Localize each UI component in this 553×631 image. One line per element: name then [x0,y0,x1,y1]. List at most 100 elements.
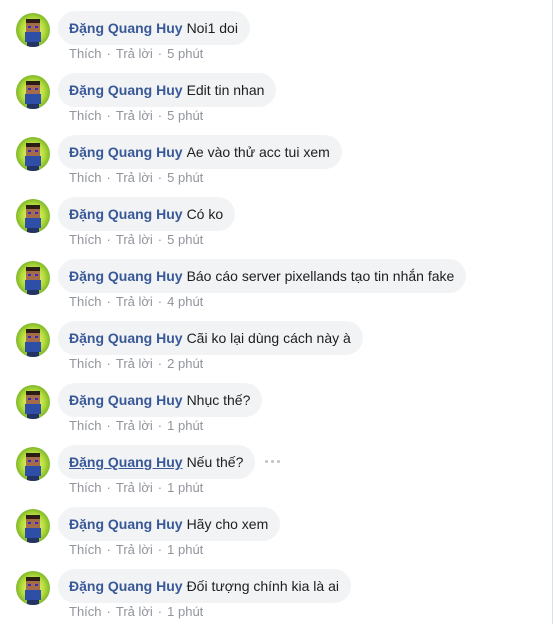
comment-text: Nhục thế? [186,392,251,408]
avatar[interactable] [16,199,50,233]
comment-bubble: Đặng Quang Huy Ae vào thử acc tui xem [58,135,342,169]
like-button[interactable]: Thích [69,46,102,61]
reply-button[interactable]: Trả lời [116,46,153,61]
comment-item: Đặng Quang Huy Đối tượng chính kia là ai T… [0,569,552,631]
separator: · [157,356,163,371]
reply-button[interactable]: Trả lời [116,170,153,185]
reply-button[interactable]: Trả lời [116,232,153,247]
avatar[interactable] [16,75,50,109]
separator: · [157,108,163,123]
comment-actions: Thích · Trả lời · 4 phút [69,293,203,311]
avatar[interactable] [16,13,50,47]
comment-item: Đặng Quang Huy Edit tin nhan Thích · Trả lời… [0,73,552,135]
separator: · [106,542,111,557]
like-button[interactable]: Thích [69,170,102,185]
separator: · [106,46,111,61]
comment-timestamp[interactable]: 4 phút [167,294,203,309]
reply-button[interactable]: Trả lời [116,294,153,309]
separator: · [157,170,163,185]
comment-author[interactable]: Đặng Quang Huy [69,268,183,284]
comment-text: Ae vào thử acc tui xem [186,144,330,160]
comment-actions: Thích · Trả lời · 1 phút [69,479,203,497]
separator: · [106,480,111,495]
avatar[interactable] [16,323,50,357]
comment-text: Có ko [186,206,224,222]
separator: · [106,356,111,371]
comment-timestamp[interactable]: 2 phút [167,356,203,371]
comment-text: Cãi ko lại dùng cách này à [186,330,351,346]
comment-text: Nếu thế? [186,454,244,470]
reply-button[interactable]: Trả lời [116,356,153,371]
like-button[interactable]: Thích [69,480,102,495]
comment-timestamp[interactable]: 1 phút [167,480,203,495]
comment-item: Đặng Quang Huy Hãy cho xem Thích · Trả lời · 1… [0,507,552,569]
comment-actions: Thích · Trả lời · 1 phút [69,603,203,621]
comment-text: Báo cáo server pixellands tạo tin nhắn f… [186,268,455,284]
like-button[interactable]: Thích [69,542,102,557]
comment-text: Đối tượng chính kia là ai [186,578,339,594]
like-button[interactable]: Thích [69,294,102,309]
comment-text: Edit tin nhan [186,82,265,98]
comment-actions: Thích · Trả lời · 1 phút [69,417,203,435]
comment-item: Đặng Quang Huy Noi1 doi Thích · Trả lời · 5 ph… [0,11,552,73]
comment-author[interactable]: Đặng Quang Huy [69,82,183,98]
comment-timestamp[interactable]: 1 phút [167,604,203,619]
comment-author[interactable]: Đặng Quang Huy [69,454,183,470]
comment-bubble: Đặng Quang Huy Nếu thế? [58,445,256,479]
comment-bubble: Đặng Quang Huy Có ko [58,197,236,231]
like-button[interactable]: Thích [69,232,102,247]
comment-timestamp[interactable]: 5 phút [167,108,203,123]
comment-timestamp[interactable]: 1 phút [167,418,203,433]
comment-actions: Thích · Trả lời · 5 phút [69,169,203,187]
separator: · [157,480,163,495]
comment-timestamp[interactable]: 1 phút [167,542,203,557]
separator: · [157,232,163,247]
more-options-icon[interactable] [263,455,283,469]
comment-bubble: Đặng Quang Huy Nhục thế? [58,383,263,417]
comment-timestamp[interactable]: 5 phút [167,46,203,61]
separator: · [106,604,111,619]
comment-actions: Thích · Trả lời · 5 phút [69,45,203,63]
reply-button[interactable]: Trả lời [116,108,153,123]
separator: · [157,418,163,433]
like-button[interactable]: Thích [69,108,102,123]
comment-item: Đặng Quang Huy Nhục thế? Thích · Trả lời · 1 p… [0,383,552,445]
avatar[interactable] [16,385,50,419]
avatar[interactable] [16,571,50,605]
comment-actions: Thích · Trả lời · 2 phút [69,355,203,373]
comment-text: Hãy cho xem [186,516,269,532]
separator: · [106,294,111,309]
comment-author[interactable]: Đặng Quang Huy [69,144,183,160]
comment-bubble: Đặng Quang Huy Báo cáo server pixellands … [58,259,467,293]
comment-author[interactable]: Đặng Quang Huy [69,392,183,408]
comment-item: Đặng Quang Huy Cãi ko lại dùng cách này à… [0,321,552,383]
separator: · [157,542,163,557]
reply-button[interactable]: Trả lời [116,542,153,557]
separator: · [106,418,111,433]
comment-author[interactable]: Đặng Quang Huy [69,206,183,222]
like-button[interactable]: Thích [69,604,102,619]
reply-button[interactable]: Trả lời [116,604,153,619]
comment-author[interactable]: Đặng Quang Huy [69,20,183,36]
avatar[interactable] [16,509,50,543]
comment-author[interactable]: Đặng Quang Huy [69,330,183,346]
avatar[interactable] [16,261,50,295]
separator: · [157,604,163,619]
comment-author[interactable]: Đặng Quang Huy [69,578,183,594]
comment-timestamp[interactable]: 5 phút [167,170,203,185]
comment-item: Đặng Quang Huy Báo cáo server pixellands … [0,259,552,321]
comment-bubble: Đặng Quang Huy Noi1 doi [58,11,250,45]
comment-text: Noi1 doi [186,20,238,36]
reply-button[interactable]: Trả lời [116,480,153,495]
avatar[interactable] [16,137,50,171]
like-button[interactable]: Thích [69,356,102,371]
avatar[interactable] [16,447,50,481]
separator: · [157,294,163,309]
comment-actions: Thích · Trả lời · 5 phút [69,107,203,125]
comment-bubble: Đặng Quang Huy Cãi ko lại dùng cách này à [58,321,363,355]
comment-author[interactable]: Đặng Quang Huy [69,516,183,532]
reply-button[interactable]: Trả lời [116,418,153,433]
comment-bubble: Đặng Quang Huy Edit tin nhan [58,73,277,107]
comment-timestamp[interactable]: 5 phút [167,232,203,247]
like-button[interactable]: Thích [69,418,102,433]
